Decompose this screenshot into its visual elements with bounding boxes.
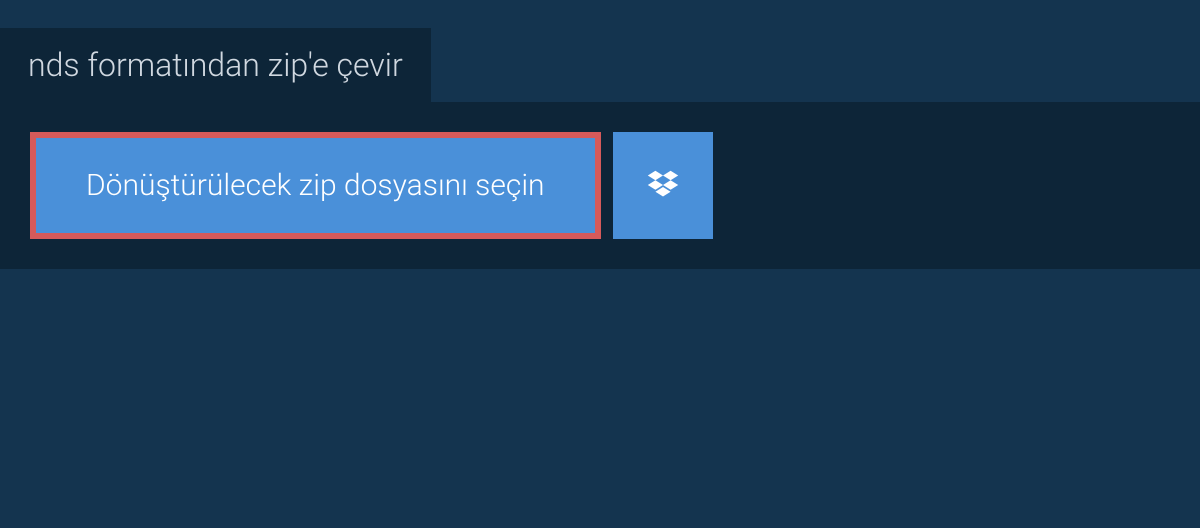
- select-file-label: Dönüştürülecek zip dosyasını seçin: [86, 168, 545, 203]
- select-file-button[interactable]: Dönüştürülecek zip dosyasını seçin: [30, 132, 601, 239]
- tab-label: nds formatından zip'e çevir: [28, 46, 403, 84]
- button-row: Dönüştürülecek zip dosyasını seçin: [30, 132, 1200, 239]
- tab-bar: nds formatından zip'e çevir: [0, 28, 1200, 102]
- dropbox-button[interactable]: [613, 132, 713, 239]
- dropbox-icon: [644, 167, 682, 205]
- tab-convert[interactable]: nds formatından zip'e çevir: [0, 28, 431, 102]
- main-panel: Dönüştürülecek zip dosyasını seçin: [0, 102, 1200, 269]
